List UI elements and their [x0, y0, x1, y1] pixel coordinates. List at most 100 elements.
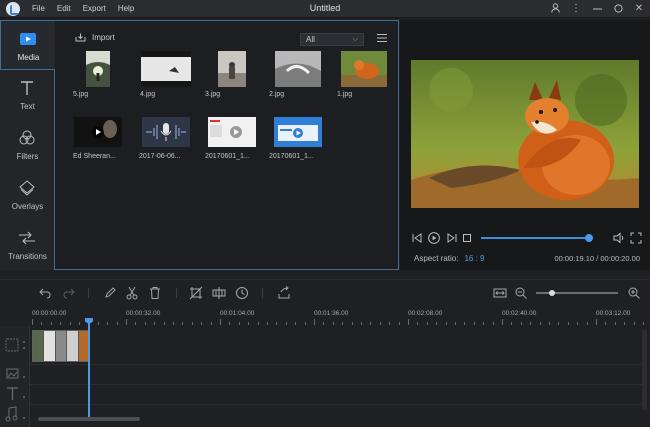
ruler-tick	[577, 322, 579, 325]
fullscreen-icon[interactable]	[630, 232, 642, 244]
duration-icon[interactable]	[235, 286, 249, 300]
preview-screen	[411, 60, 639, 208]
media-item-name: 2.jpg	[269, 91, 285, 98]
menu-export[interactable]: Export	[83, 4, 106, 13]
text-icon	[21, 81, 33, 95]
tab-media-label: Media	[17, 53, 40, 62]
media-item[interactable]: 2017-06-06...	[135, 117, 197, 160]
ruler-tick	[370, 322, 372, 325]
more-icon[interactable]: ⋮	[571, 1, 581, 15]
ruler-tick	[408, 319, 409, 325]
timeline-ruler[interactable]: 00:00:00.00 00:00:32.00 00:01:04.00 00:0…	[30, 306, 650, 326]
media-thumbnail	[74, 117, 122, 147]
media-thumbnail	[142, 117, 190, 147]
overlays-icon	[19, 180, 35, 196]
media-item-name: Ed Sheeran...	[73, 153, 116, 160]
media-item[interactable]: 2.jpg	[267, 51, 329, 98]
ruler-tick	[558, 322, 560, 325]
ruler-tick	[295, 322, 297, 325]
aspect-ratio-value[interactable]: 16 : 9	[464, 254, 484, 263]
previous-frame-icon[interactable]	[411, 232, 423, 244]
split-icon[interactable]	[212, 286, 226, 300]
close-icon[interactable]: ✕	[634, 1, 644, 15]
stop-icon[interactable]	[461, 232, 473, 244]
filters-icon	[19, 130, 35, 145]
ruler-tick	[304, 322, 306, 325]
ruler-tick	[567, 322, 569, 325]
ruler-tick	[586, 322, 588, 325]
zoom-out-icon[interactable]	[514, 286, 528, 300]
tab-filters[interactable]: Filters	[0, 120, 55, 170]
clip-frame	[67, 331, 79, 361]
volume-icon[interactable]	[613, 232, 625, 244]
ruler-tick	[624, 322, 626, 325]
undo-icon[interactable]	[38, 286, 52, 300]
media-item[interactable]: 5.jpg	[67, 51, 129, 98]
ruler-tick	[323, 322, 325, 325]
timeline-tracks	[0, 326, 650, 427]
ruler-tick	[351, 322, 353, 325]
zoom-slider[interactable]	[536, 290, 618, 296]
media-item[interactable]: 3.jpg	[201, 51, 263, 98]
media-icon	[20, 33, 36, 45]
playback-progress-bar[interactable]	[481, 234, 593, 242]
delete-icon[interactable]	[148, 286, 162, 300]
playhead[interactable]	[88, 319, 90, 417]
ruler-tick	[643, 322, 644, 325]
edit-icon[interactable]	[103, 286, 117, 300]
zoom-slider-handle[interactable]	[549, 290, 556, 296]
fit-timeline-icon[interactable]	[493, 286, 507, 300]
menu-help[interactable]: Help	[118, 4, 134, 13]
media-item-name: 5.jpg	[73, 91, 89, 98]
ruler-tick	[436, 322, 438, 325]
ruler-tick	[210, 322, 212, 325]
aspect-ratio: Aspect ratio: 16 : 9	[414, 254, 484, 263]
menu-edit[interactable]: Edit	[57, 4, 71, 13]
ruler-tick	[539, 322, 541, 325]
app-logo-icon[interactable]	[6, 2, 20, 16]
media-item[interactable]: Ed Sheeran...	[67, 117, 129, 160]
ruler-label: 00:00:00.00	[32, 310, 67, 317]
ruler-tick	[135, 322, 137, 325]
ruler-label: 00:02:08.00	[408, 310, 443, 317]
horizontal-scrollbar[interactable]	[38, 417, 140, 421]
ruler-tick	[41, 322, 43, 325]
tab-media[interactable]: Media	[0, 20, 55, 70]
ruler-tick	[417, 322, 419, 325]
export-icon[interactable]	[277, 286, 291, 300]
transitions-icon	[19, 231, 35, 245]
menu-file[interactable]: File	[32, 4, 45, 13]
crop-icon[interactable]	[189, 286, 203, 300]
ruler-tick	[426, 322, 428, 325]
playback-progress-handle[interactable]	[584, 234, 593, 242]
ruler-tick	[50, 322, 52, 325]
media-item[interactable]: 4.jpg	[135, 51, 197, 98]
cut-icon[interactable]	[125, 286, 139, 300]
media-filter-select[interactable]: All ⌵	[300, 33, 364, 46]
list-view-icon[interactable]	[377, 33, 387, 43]
play-icon[interactable]	[428, 232, 440, 244]
vertical-scrollbar[interactable]	[642, 330, 647, 410]
ruler-tick	[107, 322, 109, 325]
next-frame-icon[interactable]	[446, 232, 458, 244]
media-item-name: 2017-06-06...	[139, 153, 181, 160]
maximize-icon[interactable]	[613, 1, 623, 15]
tab-transitions[interactable]: Transitions	[0, 220, 55, 270]
minimize-icon[interactable]	[592, 1, 602, 15]
zoom-in-icon[interactable]	[627, 286, 641, 300]
media-item[interactable]: 20170601_1...	[267, 117, 329, 160]
image-track-header	[0, 364, 30, 384]
media-item[interactable]: 20170601_1...	[201, 117, 263, 160]
import-button[interactable]: Import	[75, 33, 115, 42]
user-icon[interactable]	[550, 1, 560, 15]
tab-overlays[interactable]: Overlays	[0, 170, 55, 220]
timeline-clip[interactable]	[32, 330, 90, 362]
timecode: 00:00:19.10 / 00:00:20.00	[554, 254, 641, 263]
ruler-label: 00:01:04.00	[220, 310, 255, 317]
ruler-tick	[182, 322, 184, 325]
ruler-tick	[173, 322, 174, 325]
track-divider	[30, 384, 642, 385]
tab-text[interactable]: Text	[0, 70, 55, 120]
redo-icon[interactable]	[62, 286, 76, 300]
media-item[interactable]: 1.jpg	[333, 51, 395, 98]
